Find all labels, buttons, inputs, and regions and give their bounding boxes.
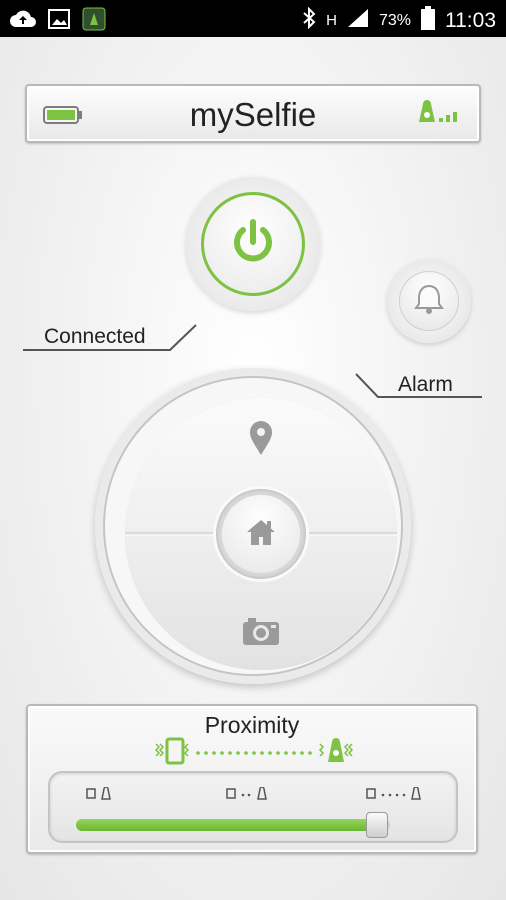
network-type-label: H <box>326 12 337 29</box>
app-notification-icon <box>82 7 106 36</box>
location-pin-icon <box>248 420 274 461</box>
far-range-icon <box>366 786 426 806</box>
control-dial-face <box>125 398 397 670</box>
app-title: mySelfie <box>189 96 317 133</box>
battery-percent: 73% <box>378 11 411 29</box>
proximity-title: Proximity <box>204 712 300 738</box>
proximity-slider-track[interactable] <box>76 812 390 838</box>
tag-signal-icon <box>417 100 463 131</box>
clock: 11:03 <box>445 8 496 32</box>
proximity-dots <box>196 751 312 755</box>
control-dial-ring <box>103 376 403 676</box>
home-button-bezel <box>216 489 306 579</box>
control-dial <box>95 368 411 684</box>
alarm-button[interactable] <box>399 271 459 331</box>
proximity-slider-thumb[interactable] <box>366 812 388 838</box>
near-range-icon <box>86 786 116 806</box>
power-button[interactable] <box>201 192 305 296</box>
alarm-underline <box>355 373 482 398</box>
bluetooth-icon <box>302 6 316 34</box>
power-button-bezel <box>186 177 320 311</box>
app-screen: mySelfie Connected Alarm Proximity <box>0 37 506 900</box>
cell-signal-icon <box>347 8 369 33</box>
connected-underline <box>23 324 197 351</box>
proximity-slider-fill <box>76 819 377 831</box>
home-button[interactable] <box>222 495 300 573</box>
mid-range-icon <box>226 786 272 806</box>
image-notification-icon <box>48 8 70 35</box>
status-bar: H 73% 11:03 <box>0 0 506 37</box>
proximity-indicator <box>154 736 354 766</box>
phone-vibrate-icon <box>154 737 190 765</box>
status-battery-icon <box>421 6 435 35</box>
camera-icon <box>242 616 280 651</box>
alarm-button-bezel <box>387 259 471 343</box>
power-icon <box>229 218 277 271</box>
proximity-slider-box <box>48 771 458 843</box>
cloud-upload-icon <box>10 9 36 34</box>
tag-vibrate-icon <box>318 738 354 762</box>
home-icon <box>246 518 276 551</box>
proximity-panel: Proximity <box>26 704 478 854</box>
bell-icon <box>412 282 446 321</box>
title-bar: mySelfie <box>25 84 481 143</box>
